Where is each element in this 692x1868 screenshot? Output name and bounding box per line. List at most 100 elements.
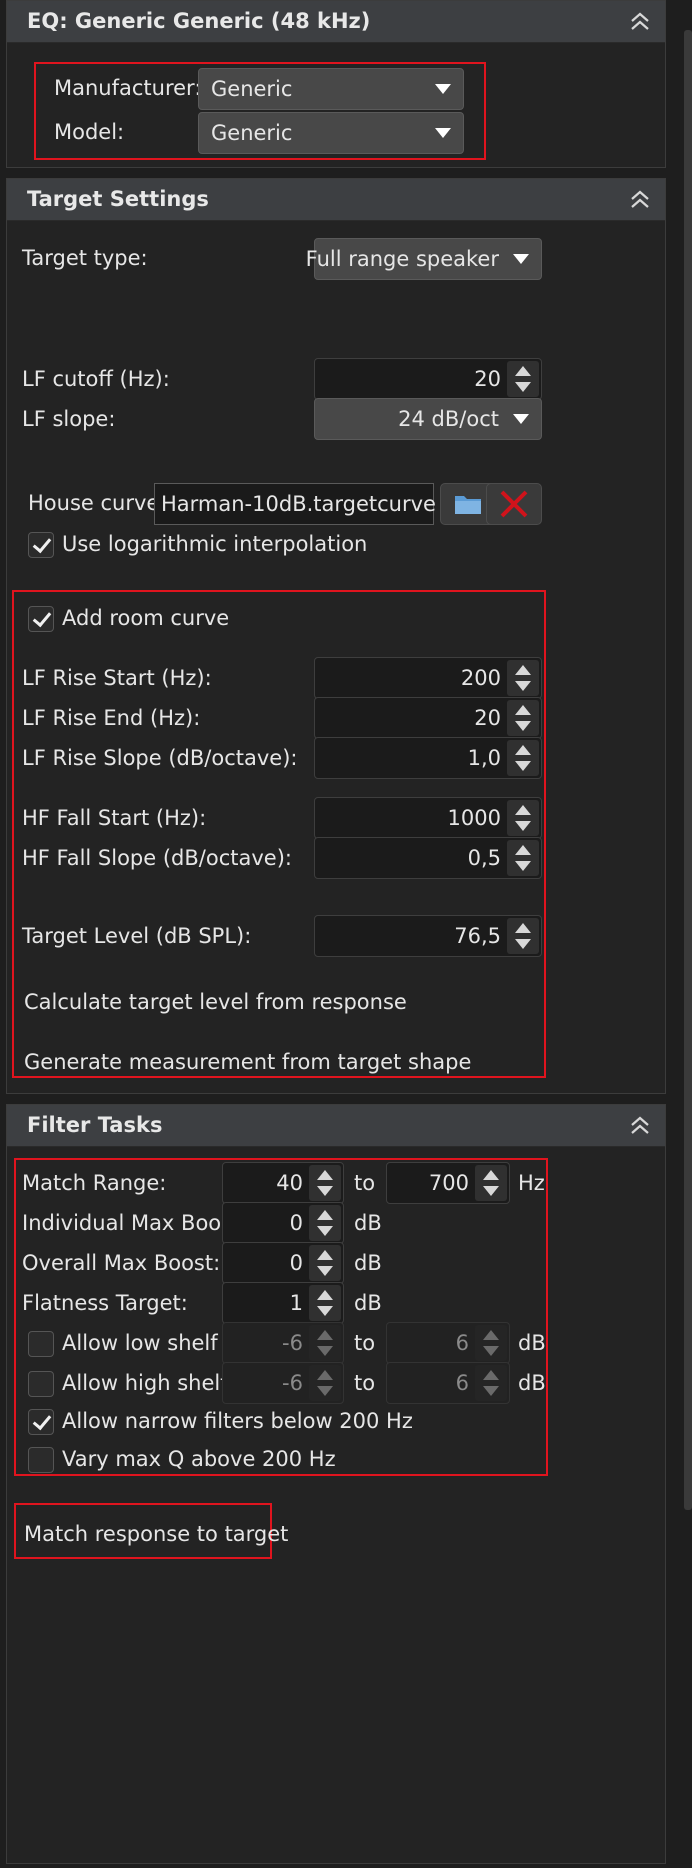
x-icon	[500, 490, 528, 518]
vary-q-label: Vary max Q above 200 Hz	[62, 1447, 336, 1471]
stepper-buttons[interactable]	[507, 700, 539, 736]
clear-house-curve-button[interactable]	[486, 483, 542, 525]
filter-tasks-header[interactable]: Filter Tasks	[7, 1105, 665, 1147]
lf-rise-end-value: 20	[474, 706, 501, 730]
narrow-filters-checkbox[interactable]	[28, 1409, 54, 1435]
target-level-value: 76,5	[454, 924, 501, 948]
filter-tasks-title: Filter Tasks	[27, 1113, 163, 1137]
stepper-buttons[interactable]	[309, 1245, 341, 1281]
collapse-icon[interactable]	[627, 1113, 653, 1139]
low-shelf-max-stepper[interactable]: 6	[386, 1322, 510, 1364]
collapse-icon[interactable]	[627, 187, 653, 213]
lf-slope-value: 24 dB/oct	[398, 407, 499, 431]
add-room-curve-label: Add room curve	[62, 606, 230, 630]
hz-unit-label: Hz	[518, 1171, 545, 1195]
log-interp-checkbox[interactable]	[28, 532, 54, 558]
high-shelf-max-stepper[interactable]: 6	[386, 1362, 510, 1404]
arrow-down-icon	[317, 1306, 333, 1316]
calculate-target-level-button[interactable]: Calculate target level from response	[24, 990, 407, 1014]
lf-slope-select[interactable]: 24 dB/oct	[314, 398, 542, 440]
add-room-curve-checkbox[interactable]	[28, 606, 54, 632]
stepper-buttons[interactable]	[475, 1365, 507, 1401]
db-unit-label: dB	[518, 1331, 546, 1355]
folder-icon	[455, 496, 481, 514]
hf-fall-start-value: 1000	[447, 806, 501, 830]
overall-max-boost-stepper[interactable]: 0	[222, 1242, 344, 1284]
arrow-down-icon	[317, 1186, 333, 1196]
target-settings-header[interactable]: Target Settings	[7, 179, 665, 221]
arrow-down-icon	[515, 382, 531, 392]
stepper-buttons[interactable]	[309, 1205, 341, 1241]
arrow-down-icon	[483, 1386, 499, 1396]
match-range-from-stepper[interactable]: 40	[222, 1162, 344, 1204]
arrow-down-icon	[515, 681, 531, 691]
arrow-down-icon	[317, 1346, 333, 1356]
hf-fall-slope-stepper[interactable]: 0,5	[314, 837, 542, 879]
stepper-buttons[interactable]	[507, 660, 539, 696]
match-response-button[interactable]: Match response to target	[24, 1522, 288, 1546]
manufacturer-select[interactable]: Generic	[198, 68, 464, 110]
eq-panel-title: EQ: Generic Generic (48 kHz)	[27, 9, 371, 33]
stepper-buttons[interactable]	[507, 361, 539, 397]
low-shelf-min-stepper[interactable]: -6	[222, 1322, 344, 1364]
overall-max-boost-label: Overall Max Boost:	[22, 1251, 221, 1275]
lf-rise-start-label: LF Rise Start (Hz):	[22, 666, 212, 690]
hf-fall-slope-label: HF Fall Slope (dB/octave):	[22, 846, 292, 870]
generate-measurement-button[interactable]: Generate measurement from target shape	[24, 1050, 471, 1074]
model-select[interactable]: Generic	[198, 112, 464, 154]
arrow-down-icon	[317, 1226, 333, 1236]
lf-cutoff-stepper[interactable]: 20	[314, 358, 542, 400]
high-shelf-max-value: 6	[455, 1371, 469, 1395]
arrow-up-icon	[515, 845, 531, 855]
to-label: to	[354, 1371, 376, 1395]
stepper-buttons[interactable]	[475, 1165, 507, 1201]
indiv-max-boost-stepper[interactable]: 0	[222, 1202, 344, 1244]
vary-q-checkbox[interactable]	[28, 1447, 54, 1473]
chevron-down-icon	[513, 414, 529, 424]
indiv-max-boost-value: 0	[289, 1211, 303, 1235]
arrow-up-icon	[515, 705, 531, 715]
arrow-up-icon	[515, 923, 531, 933]
chevron-down-icon	[435, 128, 451, 138]
stepper-buttons[interactable]	[507, 800, 539, 836]
target-type-select[interactable]: Full range speaker	[306, 238, 542, 280]
lf-rise-end-label: LF Rise End (Hz):	[22, 706, 201, 730]
low-shelf-checkbox[interactable]	[28, 1331, 54, 1357]
lf-rise-end-stepper[interactable]: 20	[314, 697, 542, 739]
hf-fall-start-stepper[interactable]: 1000	[314, 797, 542, 839]
db-unit-label: dB	[354, 1291, 382, 1315]
arrow-up-icon	[515, 366, 531, 376]
high-shelf-min-stepper[interactable]: -6	[222, 1362, 344, 1404]
match-range-to-stepper[interactable]: 700	[386, 1162, 510, 1204]
scrollbar[interactable]	[684, 30, 692, 1510]
stepper-buttons[interactable]	[507, 918, 539, 954]
collapse-icon[interactable]	[627, 9, 653, 35]
eq-panel-header[interactable]: EQ: Generic Generic (48 kHz)	[7, 1, 665, 43]
stepper-buttons[interactable]	[507, 840, 539, 876]
arrow-down-icon	[317, 1266, 333, 1276]
lf-rise-slope-stepper[interactable]: 1,0	[314, 737, 542, 779]
low-shelf-min-value: -6	[282, 1331, 303, 1355]
hf-fall-start-label: HF Fall Start (Hz):	[22, 806, 207, 830]
target-level-stepper[interactable]: 76,5	[314, 915, 542, 957]
stepper-buttons[interactable]	[309, 1325, 341, 1361]
flatness-target-label: Flatness Target:	[22, 1291, 188, 1315]
chevron-down-icon	[513, 254, 529, 264]
arrow-up-icon	[483, 1370, 499, 1380]
high-shelf-checkbox[interactable]	[28, 1371, 54, 1397]
stepper-buttons[interactable]	[309, 1165, 341, 1201]
house-curve-value: Harman-10dB.targetcurve	[161, 492, 436, 516]
flatness-target-stepper[interactable]: 1	[222, 1282, 344, 1324]
overall-max-boost-value: 0	[289, 1251, 303, 1275]
house-curve-field[interactable]: Harman-10dB.targetcurve	[154, 483, 436, 525]
lf-slope-label: LF slope:	[22, 407, 116, 431]
lf-rise-start-stepper[interactable]: 200	[314, 657, 542, 699]
flatness-target-value: 1	[289, 1291, 303, 1315]
stepper-buttons[interactable]	[309, 1285, 341, 1321]
arrow-down-icon	[515, 761, 531, 771]
stepper-buttons[interactable]	[507, 740, 539, 776]
stepper-buttons[interactable]	[475, 1325, 507, 1361]
lf-cutoff-value: 20	[474, 367, 501, 391]
arrow-down-icon	[515, 861, 531, 871]
stepper-buttons[interactable]	[309, 1365, 341, 1401]
